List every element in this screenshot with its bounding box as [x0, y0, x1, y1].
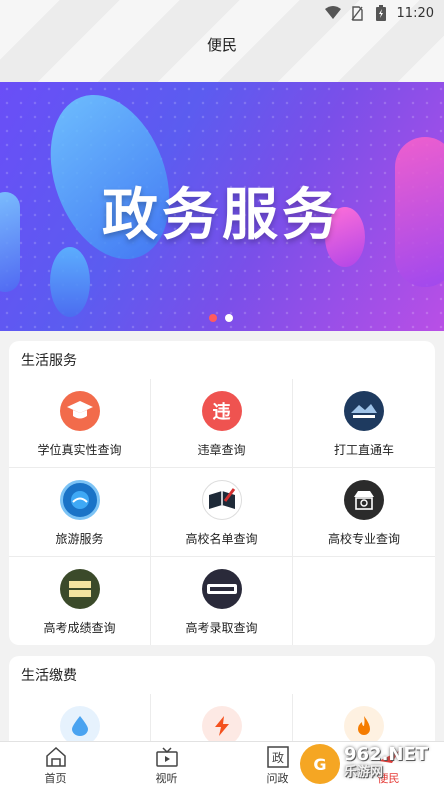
- section-title: 生活服务: [21, 353, 77, 369]
- carousel-dot-active: [209, 314, 217, 322]
- home-icon: [44, 746, 68, 768]
- politics-icon: 政: [266, 745, 290, 768]
- wifi-icon: [324, 5, 341, 21]
- watermark-number: 962: [344, 744, 382, 765]
- service-violation-query[interactable]: 违 违章查询: [151, 379, 293, 468]
- battery-icon: [373, 5, 389, 21]
- tab-home[interactable]: 首页: [0, 742, 111, 789]
- admission-query-icon: [201, 569, 242, 609]
- page-title: 便民: [206, 36, 237, 54]
- service-label: 高考成绩查询: [43, 621, 116, 635]
- university-major-icon: [344, 480, 384, 520]
- banner-title: 政务服务: [102, 183, 342, 248]
- violation-icon: 违: [201, 391, 242, 431]
- service-travel[interactable]: 旅游服务: [9, 468, 151, 557]
- service-label: 学位真实性查询: [37, 443, 122, 457]
- svg-text:政: 政: [271, 751, 283, 765]
- watermark-site-name: 乐游网: [344, 765, 384, 780]
- top-header: 11:20 便民: [0, 0, 444, 82]
- service-university-major[interactable]: 高校专业查询: [293, 468, 435, 557]
- banner-decoration: [50, 247, 90, 317]
- service-label: 打工直通车: [333, 443, 394, 457]
- watermark-logo-icon: G: [300, 744, 340, 784]
- work-bus-icon: [344, 391, 384, 431]
- carousel-indicator: [209, 314, 233, 322]
- tab-label: 首页: [44, 771, 67, 785]
- services-grid: 学位真实性查询 违 违章查询 打工直通车 旅游服务 高校名单查询 高校专业查询 …: [9, 379, 435, 645]
- water-drop-icon: [59, 706, 100, 746]
- site-watermark: G 962.NET 乐游网: [300, 742, 440, 786]
- tab-label: 视听: [155, 771, 178, 785]
- service-university-list[interactable]: 高校名单查询: [151, 468, 293, 557]
- empty-cell: [293, 557, 435, 645]
- travel-icon: [59, 480, 100, 520]
- graduation-cap-icon: [59, 391, 100, 431]
- tab-audiovisual[interactable]: 视听: [111, 742, 222, 789]
- flame-icon: [344, 706, 384, 746]
- university-list-icon: [201, 480, 242, 520]
- exam-score-icon: [59, 569, 100, 609]
- service-label: 高校专业查询: [327, 532, 400, 546]
- service-admission-query[interactable]: 高考录取查询: [151, 557, 293, 645]
- service-work-bus[interactable]: 打工直通车: [293, 379, 435, 468]
- status-time: 11:20: [396, 5, 434, 21]
- no-sim-icon: [349, 5, 365, 21]
- carousel-dot: [225, 314, 233, 322]
- life-services-card: 生活服务 学位真实性查询 违 违章查询 打工直通车 旅游服务 高校名单查询 高校…: [9, 341, 435, 645]
- service-label: 违章查询: [197, 443, 246, 457]
- service-exam-score[interactable]: 高考成绩查询: [9, 557, 151, 645]
- watermark-suffix: .NET: [381, 744, 429, 765]
- tv-icon: [155, 746, 179, 768]
- service-label: 高校名单查询: [185, 532, 258, 546]
- service-degree-verification[interactable]: 学位真实性查询: [9, 379, 151, 468]
- status-bar: 11:20: [324, 0, 434, 26]
- lightning-icon: [201, 706, 242, 746]
- banner-carousel[interactable]: 政务服务: [0, 82, 444, 331]
- watermark-text: 962.NET 乐游网: [344, 746, 428, 782]
- service-label: 旅游服务: [55, 532, 104, 546]
- tab-label: 问政: [266, 771, 289, 785]
- service-label: 高考录取查询: [185, 621, 258, 635]
- section-title: 生活缴费: [21, 668, 77, 684]
